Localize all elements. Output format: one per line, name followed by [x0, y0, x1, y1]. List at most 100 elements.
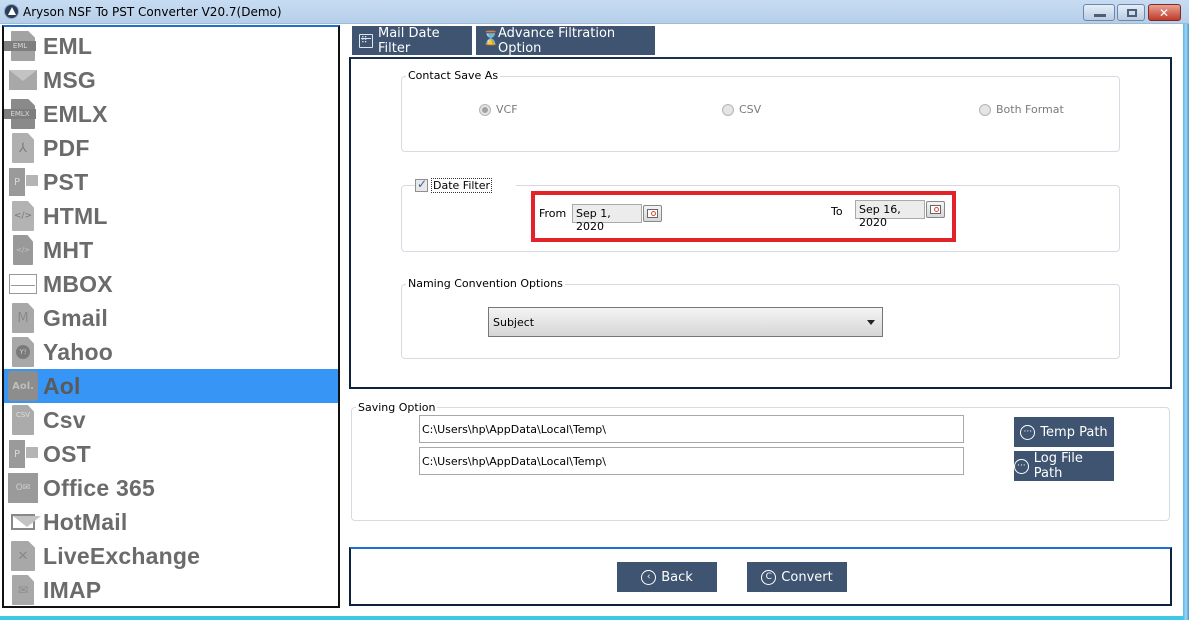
close-icon: ✕ [1159, 6, 1170, 20]
sidebar-item-imap[interactable]: ✉ IMAP [4, 573, 338, 606]
filter-panel: Contact Save As VCF CSV Both Format Date… [349, 57, 1172, 389]
html-file-icon: </> [8, 201, 38, 231]
radio-indicator [722, 103, 734, 116]
date-filter-label: Date Filter [431, 178, 493, 193]
tab-mail-date-filter[interactable]: Mail Date Filter [352, 25, 472, 56]
naming-convention-dropdown[interactable]: Subject [488, 307, 883, 337]
calendar-icon [647, 209, 658, 218]
aol-icon: Aol. [8, 371, 38, 401]
temp-path-input[interactable]: C:\Users\hp\AppData\Local\Temp\ [419, 415, 964, 443]
window-title: Aryson NSF To PST Converter V20.7(Demo) [23, 5, 282, 19]
action-bar: ‹ Back C Convert [349, 547, 1172, 606]
saving-option-group: Saving Option C:\Users\hp\AppData\Local\… [351, 401, 1170, 521]
date-filter-checkbox[interactable]: Date Filter [415, 177, 517, 193]
sidebar-item-office365[interactable]: O✉ Office 365 [4, 471, 338, 505]
minimize-icon [1094, 14, 1106, 17]
app-logo-icon [4, 4, 19, 19]
sidebar-item-label: EML [43, 32, 93, 59]
sidebar-item-csv[interactable]: CSV Csv [4, 403, 338, 437]
hourglass-icon [482, 31, 499, 48]
tab-advance-filtration[interactable]: Advance Filtration Option [476, 26, 655, 56]
contact-save-as-group: Contact Save As VCF CSV Both Format [401, 69, 1120, 152]
convert-icon: C [761, 569, 777, 585]
from-label: From [539, 207, 567, 220]
sidebar-item-gmail[interactable]: M Gmail [4, 301, 338, 335]
log-file-path-button[interactable]: ··· Log File Path [1014, 451, 1114, 481]
calendar-icon [930, 205, 941, 214]
convert-button[interactable]: C Convert [747, 562, 847, 592]
eml-file-icon: EML [4, 31, 38, 61]
ost-outlook-icon: P [8, 439, 38, 469]
sidebar-item-label: Yahoo [43, 338, 114, 365]
radio-label: VCF [496, 103, 518, 116]
dropdown-value: Subject [493, 316, 535, 329]
back-button[interactable]: ‹ Back [617, 562, 717, 592]
calendar-icon [359, 33, 373, 48]
radio-vcf[interactable]: VCF [479, 103, 518, 116]
sidebar-item-mht[interactable]: </> MHT [4, 233, 338, 267]
sidebar-item-eml[interactable]: EML EML [4, 29, 338, 63]
radio-indicator [979, 103, 991, 116]
gmail-icon: M [8, 303, 38, 333]
radio-indicator [479, 103, 491, 116]
to-label: To [831, 205, 843, 218]
radio-label: CSV [739, 103, 762, 116]
sidebar-item-label: Office 365 [43, 474, 155, 501]
more-dots-icon: ··· [1020, 424, 1036, 440]
maximize-icon [1127, 9, 1137, 17]
to-date-field[interactable]: Sep 16, 2020 [855, 200, 925, 229]
button-label: Back [661, 569, 693, 585]
sidebar-item-pst[interactable]: P PST [4, 165, 338, 199]
button-label: Convert [781, 569, 833, 585]
sidebar-item-yahoo[interactable]: Y! Yahoo [4, 335, 338, 369]
sidebar-item-label: EMLX [43, 100, 108, 127]
sidebar-item-mbox[interactable]: MBOX [4, 267, 338, 301]
maximize-button[interactable] [1117, 4, 1145, 21]
temp-path-button[interactable]: ··· Temp Path [1014, 417, 1114, 447]
from-date-field[interactable]: Sep 1, 2020 [572, 204, 642, 233]
sidebar-item-label: MSG [43, 66, 96, 93]
pdf-file-icon: ⅄ [8, 133, 38, 163]
sidebar-item-label: HTML [43, 202, 108, 229]
from-date-picker-button[interactable] [643, 205, 662, 222]
sidebar-item-label: PST [43, 168, 89, 195]
title-bar: Aryson NSF To PST Converter V20.7(Demo) … [0, 0, 1189, 24]
to-date-picker-button[interactable] [926, 201, 945, 218]
button-label: Temp Path [1040, 424, 1108, 440]
sidebar-item-liveexchange[interactable]: ✕ LiveExchange [4, 539, 338, 573]
log-path-input[interactable]: C:\Users\hp\AppData\Local\Temp\ [419, 447, 964, 475]
imap-icon: ✉ [8, 575, 38, 605]
emlx-file-icon: EMLX [4, 99, 38, 129]
sidebar-item-ost[interactable]: P OST [4, 437, 338, 471]
button-label: Log File Path [1033, 451, 1083, 481]
chevron-left-icon: ‹ [641, 569, 657, 585]
close-button[interactable]: ✕ [1148, 4, 1181, 21]
radio-both-format[interactable]: Both Format [979, 103, 1064, 116]
csv-file-icon: CSV [8, 405, 38, 435]
sidebar-item-label: Gmail [43, 304, 108, 331]
checkbox-indicator [415, 177, 428, 192]
minimize-button[interactable] [1083, 4, 1115, 21]
exchange-icon: ✕ [8, 541, 38, 571]
tab-label: Mail Date Filter [378, 25, 440, 56]
sidebar-item-hotmail[interactable]: HotMail [4, 505, 338, 539]
sidebar-item-html[interactable]: </> HTML [4, 199, 338, 233]
sidebar-item-aol[interactable]: Aol. Aol [4, 369, 338, 403]
sidebar-item-label: Csv [43, 406, 86, 433]
sidebar-item-pdf[interactable]: ⅄ PDF [4, 131, 338, 165]
pst-outlook-icon: P [8, 167, 38, 197]
sidebar-item-label: PDF [43, 134, 90, 161]
sidebar-item-label: IMAP [43, 576, 102, 603]
radio-csv[interactable]: CSV [722, 103, 761, 116]
hotmail-icon [8, 507, 41, 537]
window-frame-right [1183, 24, 1189, 620]
mbox-envelope-icon [8, 269, 38, 299]
more-dots-icon: ··· [1014, 458, 1029, 474]
window-frame-bottom [0, 616, 1183, 620]
sidebar-item-label: Aol [43, 372, 81, 399]
yahoo-icon: Y! [8, 337, 38, 367]
mht-file-icon: </> [8, 235, 38, 265]
office365-icon: O✉ [8, 473, 38, 503]
sidebar-item-emlx[interactable]: EMLX EMLX [4, 97, 338, 131]
sidebar-item-msg[interactable]: MSG [4, 63, 338, 97]
